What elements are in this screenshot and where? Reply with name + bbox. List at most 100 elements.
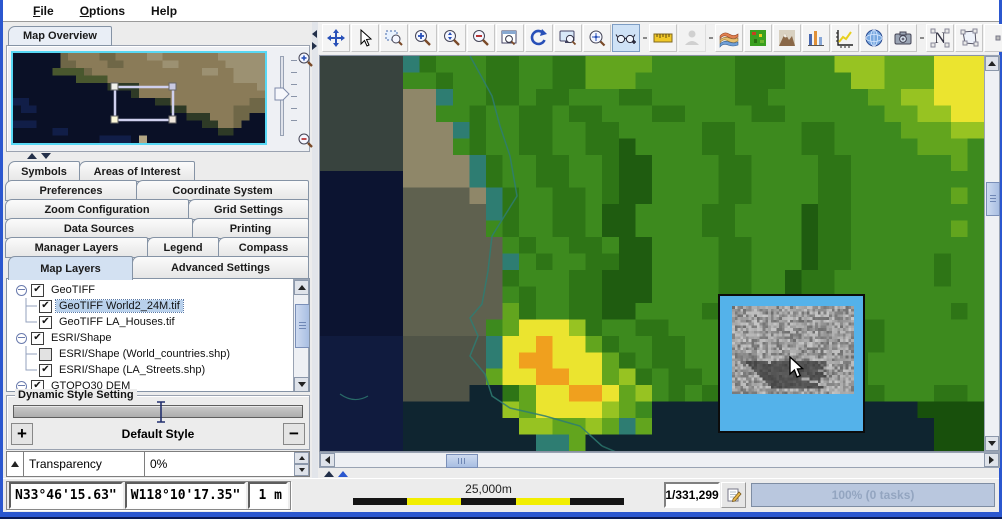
overview-selection-rect[interactable] (13, 53, 269, 147)
ibeam-cursor (155, 400, 167, 424)
transparency-value[interactable]: 0% (145, 452, 294, 476)
scroll-left-button[interactable] (320, 453, 335, 467)
glasses-magnify-icon[interactable] (612, 24, 640, 52)
collapse-handle-icon[interactable] (16, 285, 27, 296)
tree-row-la-streets[interactable]: ✔ ESRI/Shape (LA_Streets.shp) (13, 362, 309, 378)
map-hscrollbar-thumb[interactable] (446, 454, 478, 468)
map-viewport[interactable] (319, 55, 985, 452)
checkbox-unchecked-icon[interactable] (39, 348, 52, 361)
dynamic-style-group: Dynamic Style Setting + Default Style − (6, 395, 310, 450)
pan-icon[interactable] (322, 24, 350, 52)
terrain-photo-icon[interactable] (773, 24, 801, 52)
tab-data-sources[interactable]: Data Sources (5, 218, 193, 239)
zoom-center-icon[interactable] (583, 24, 611, 52)
latitude-readout: N33°46'15.63" (9, 482, 123, 509)
map-toolbar: N (318, 22, 999, 54)
checkbox-checked-icon[interactable]: ✔ (31, 284, 44, 297)
refresh-icon[interactable] (525, 24, 553, 52)
tab-symbols[interactable]: Symbols (8, 161, 80, 182)
menu-help[interactable]: Help (151, 4, 177, 18)
tab-zoom-configuration[interactable]: Zoom Configuration (5, 199, 189, 220)
scale-ratio-field[interactable]: 1/331,299 (664, 482, 720, 508)
zoom-rectangle-icon[interactable] (380, 24, 408, 52)
tree-row-world-countries[interactable]: ESRI/Shape (World_countries.shp) (13, 346, 309, 362)
edit-scale-button[interactable] (721, 482, 746, 508)
scroll-up-button[interactable] (294, 280, 309, 295)
tree-row-la-houses[interactable]: ✔ GeoTIFF LA_Houses.tif (13, 314, 309, 330)
zoom-updown-icon[interactable] (438, 24, 466, 52)
select-cursor-icon[interactable] (351, 24, 379, 52)
zoom-in-icon[interactable] (409, 24, 437, 52)
point-annotation-icon[interactable] (984, 24, 1002, 52)
line-chart-icon[interactable] (831, 24, 859, 52)
tree-connector (13, 362, 39, 378)
layers-icon[interactable] (715, 24, 743, 52)
magnifier-inset[interactable] (718, 294, 865, 433)
tab-manager-layers[interactable]: Manager Layers (5, 237, 148, 258)
panel-splitter-arrows[interactable] (27, 152, 53, 160)
tab-printing[interactable]: Printing (192, 218, 309, 239)
land-cover-icon[interactable] (744, 24, 772, 52)
camera-icon[interactable] (889, 24, 917, 52)
map-vscrollbar[interactable] (984, 55, 1000, 452)
menu-file[interactable]: File (33, 4, 54, 18)
add-style-button[interactable]: + (11, 423, 33, 445)
tab-advanced-settings[interactable]: Advanced Settings (132, 256, 309, 279)
scroll-up-button[interactable] (985, 56, 999, 71)
menu-bar: File Options Help (3, 0, 999, 22)
tab-legend[interactable]: Legend (147, 237, 219, 258)
checkbox-checked-icon[interactable]: ✔ (39, 300, 52, 313)
scroll-down-button[interactable] (985, 436, 999, 451)
zoom-out-magnifier-icon[interactable] (297, 132, 315, 150)
splitter-collapse-left-icon[interactable] (312, 30, 317, 38)
polygon-annotation-icon[interactable] (955, 24, 983, 52)
task-progress-bar: 100% (0 tasks) (751, 483, 995, 507)
spinner-down-icon[interactable] (294, 464, 309, 476)
remove-style-button[interactable]: − (283, 423, 305, 445)
sort-arrow-icon[interactable] (7, 452, 24, 476)
map-vscrollbar-thumb[interactable] (986, 182, 1000, 216)
user-disabled-icon[interactable] (678, 24, 706, 52)
tab-compass[interactable]: Compass (218, 237, 309, 258)
scroll-right-button[interactable] (984, 453, 999, 467)
checkbox-checked-icon[interactable]: ✔ (39, 316, 52, 329)
scale-label: 25,000m (353, 482, 624, 496)
spinner-up-icon[interactable] (294, 452, 309, 464)
tree-connector (13, 346, 39, 362)
bar-chart-icon[interactable] (802, 24, 830, 52)
text-annotation-icon[interactable]: N (926, 24, 954, 52)
tree-row-geotiff[interactable]: ✔ GeoTIFF (13, 282, 309, 298)
globe-icon[interactable] (860, 24, 888, 52)
tree-scrollbar[interactable] (293, 279, 309, 392)
ruler-icon[interactable] (649, 24, 677, 52)
map-hscrollbar[interactable] (319, 452, 1000, 468)
tree-row-world2-24m[interactable]: ✔ GeoTIFF World2_24M.tif (13, 298, 309, 314)
splitter-collapse-right-icon[interactable] (312, 42, 317, 50)
zoom-in-magnifier-icon[interactable] (297, 51, 315, 69)
tree-scrollbar-thumb[interactable] (295, 304, 310, 348)
zoom-out-icon[interactable] (467, 24, 495, 52)
transparency-spinner[interactable] (294, 452, 309, 476)
mouse-cursor-icon (788, 356, 806, 380)
toolbar-separator (641, 25, 649, 51)
slider-tick-marks (291, 60, 297, 132)
tab-map-overview[interactable]: Map Overview (8, 26, 112, 46)
tab-map-layers[interactable]: Map Layers (8, 256, 133, 280)
scroll-down-button[interactable] (294, 377, 309, 392)
tree-row-esri-shape[interactable]: ✔ ESRI/Shape (13, 330, 309, 346)
tab-grid-settings[interactable]: Grid Settings (188, 199, 309, 220)
status-bar: N33°46'15.63" W118°10'17.35" 1 m 25,000m… (3, 478, 999, 512)
zoom-screen-icon[interactable] (554, 24, 582, 52)
overview-zoom-slider-thumb[interactable] (273, 86, 291, 102)
menu-options[interactable]: Options (80, 4, 125, 18)
tab-areas-of-interest[interactable]: Areas of Interest (79, 161, 195, 182)
toolbar-separator (918, 25, 926, 51)
checkbox-checked-icon[interactable]: ✔ (31, 332, 44, 345)
checkbox-checked-icon[interactable]: ✔ (39, 364, 52, 377)
bottom-splitter-arrows[interactable] (324, 470, 350, 478)
tab-preferences[interactable]: Preferences (5, 180, 137, 201)
zoom-window-icon[interactable] (496, 24, 524, 52)
collapse-handle-icon[interactable] (16, 333, 27, 344)
tab-coordinate-system[interactable]: Coordinate System (136, 180, 309, 201)
map-area (318, 54, 999, 478)
